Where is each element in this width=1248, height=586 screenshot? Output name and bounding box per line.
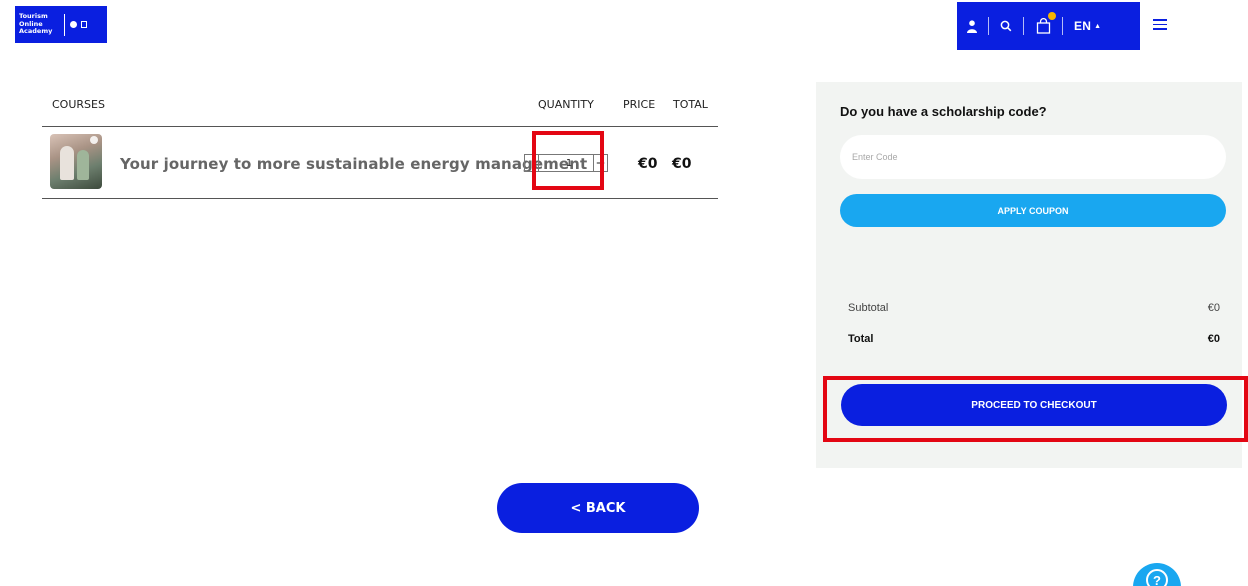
- quantity-header: QUANTITY: [538, 98, 594, 111]
- site-logo[interactable]: Tourism Online Academy: [15, 6, 107, 43]
- logo-divider: [64, 13, 65, 36]
- table-row-divider: [42, 198, 718, 199]
- quantity-highlight-box: [532, 131, 604, 190]
- user-icon[interactable]: [967, 16, 977, 36]
- item-total: €0: [672, 156, 692, 172]
- logo-text: Tourism Online Academy: [19, 12, 53, 36]
- search-icon[interactable]: [1000, 16, 1012, 36]
- nav-divider: [1062, 17, 1063, 35]
- cart-icon[interactable]: [1035, 12, 1056, 36]
- cart-count-badge: [1048, 12, 1056, 20]
- nav-divider: [1023, 17, 1024, 35]
- apply-coupon-button[interactable]: APPLY COUPON: [840, 194, 1226, 227]
- scholarship-code-input[interactable]: [840, 135, 1226, 179]
- scholarship-title: Do you have a scholarship code?: [840, 104, 1047, 119]
- price-header: PRICE: [623, 98, 656, 111]
- nav-divider: [988, 17, 989, 35]
- partner-logos: [70, 21, 87, 28]
- help-icon: ?: [1146, 569, 1168, 586]
- back-button[interactable]: < BACK: [497, 483, 699, 533]
- help-chat-button[interactable]: ?: [1133, 563, 1181, 586]
- hamburger-menu-icon[interactable]: [1153, 19, 1167, 33]
- caret-up-icon: ▲: [1094, 22, 1102, 30]
- language-selector[interactable]: EN ▲: [1074, 16, 1101, 36]
- course-thumbnail[interactable]: [50, 134, 102, 189]
- language-label: EN: [1074, 19, 1092, 33]
- table-header-divider: [42, 126, 718, 127]
- total-label: Total: [848, 333, 874, 345]
- total-value: €0: [1207, 333, 1220, 345]
- item-price: €0: [638, 156, 658, 172]
- courses-header: COURSES: [52, 98, 105, 111]
- course-title-link[interactable]: Your journey to more sustainable energy …: [120, 155, 587, 173]
- top-nav: EN ▲: [957, 2, 1140, 50]
- total-header: TOTAL: [673, 98, 708, 111]
- subtotal-value: €0: [1207, 302, 1220, 314]
- checkout-highlight-box: [823, 376, 1248, 442]
- subtotal-label: Subtotal: [848, 302, 889, 314]
